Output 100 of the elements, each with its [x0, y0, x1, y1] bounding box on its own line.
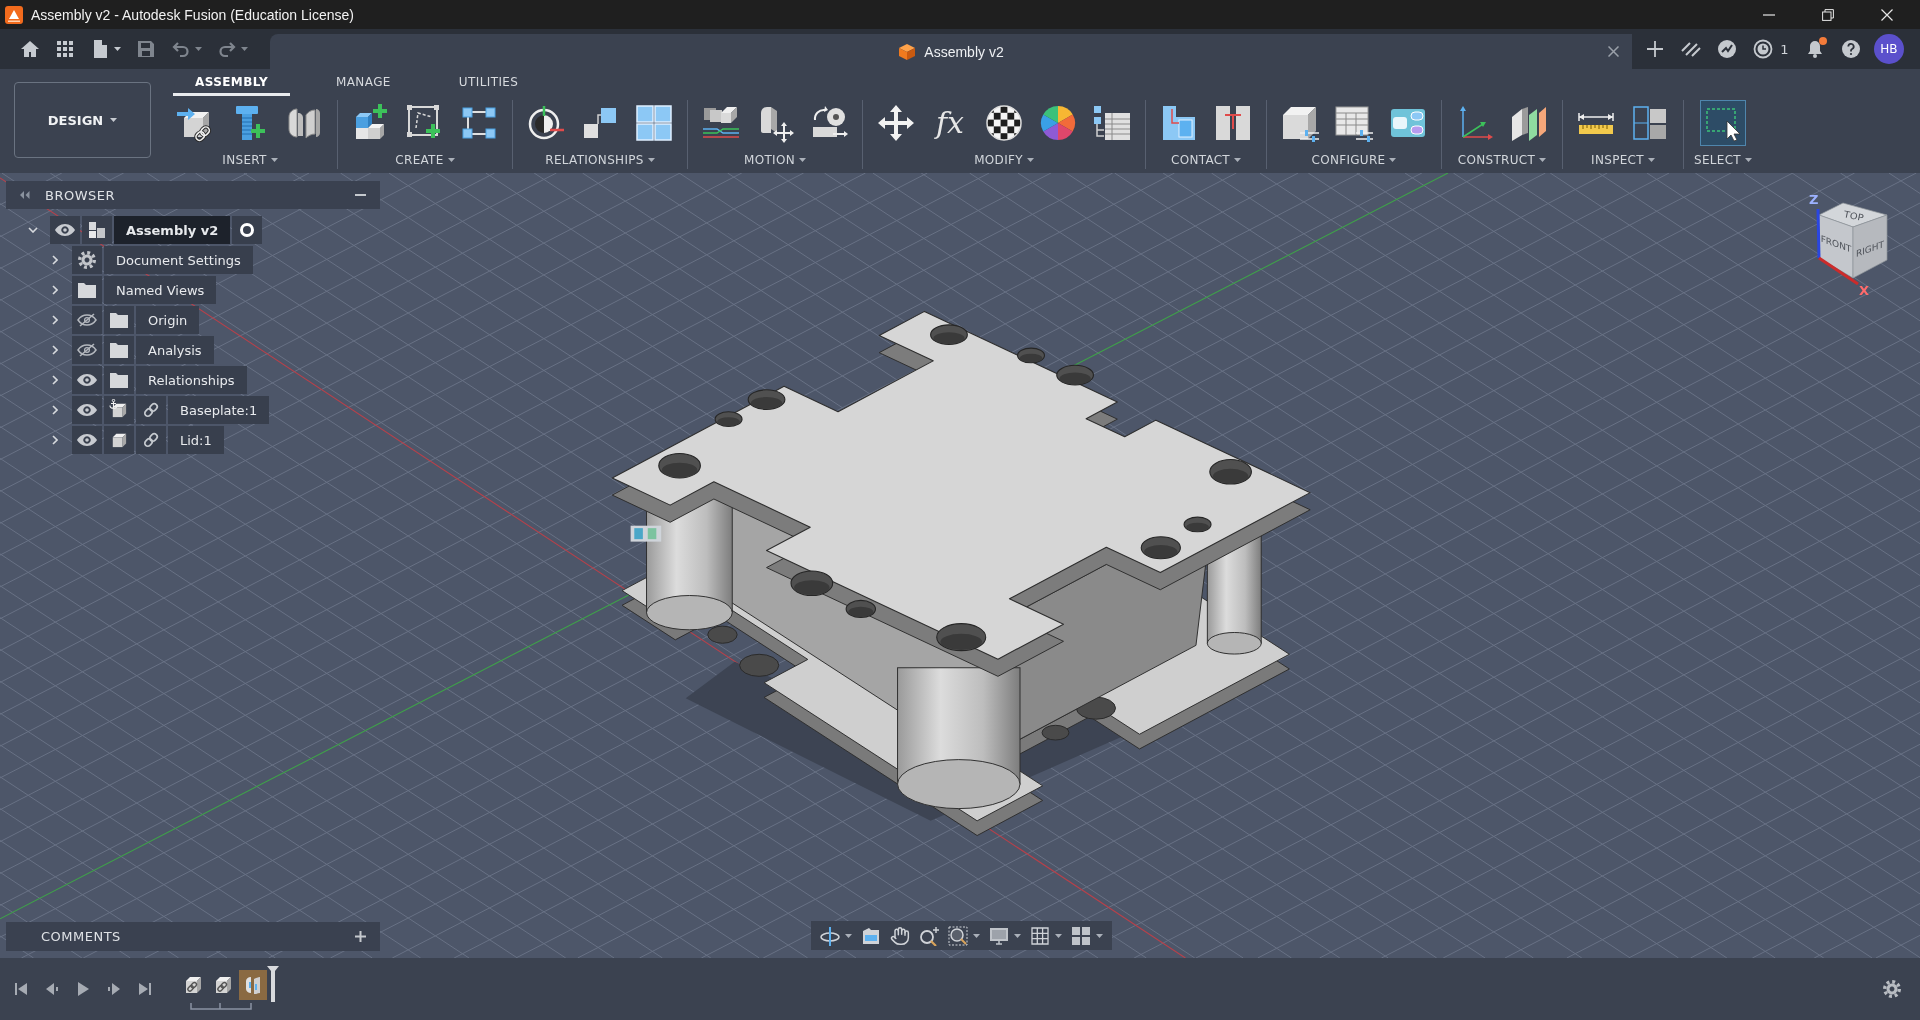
- slashes-icon: [1681, 41, 1702, 57]
- redo-icon: [217, 39, 237, 59]
- view-cube[interactable]: [1816, 202, 1888, 286]
- panel-title: BROWSER: [45, 187, 116, 203]
- chevron-right-icon[interactable]: [52, 285, 58, 295]
- joint-marker-icon[interactable]: [630, 525, 662, 542]
- step-forward-icon: [105, 981, 122, 997]
- tree-table-icon: [1092, 103, 1132, 143]
- caret-icon: [1745, 157, 1752, 162]
- status-icon: [1717, 39, 1738, 59]
- group-menu-button[interactable]: MODIFY: [974, 152, 1034, 167]
- view-card-icon: [861, 925, 881, 946]
- linked-cube-icon: [184, 976, 202, 994]
- gear-icon: [1882, 979, 1902, 999]
- chevron-right-icon[interactable]: [52, 405, 58, 415]
- caret-icon: [1014, 933, 1021, 938]
- tree-item[interactable]: Assembly v2: [114, 216, 231, 244]
- group-menu-button[interactable]: SELECT: [1694, 152, 1752, 167]
- visibility-toggle[interactable]: [72, 396, 102, 424]
- puzzle-icon: [634, 103, 674, 143]
- axis-label: X: [1859, 283, 1870, 298]
- tree-item[interactable]: Origin: [136, 306, 200, 334]
- toolbar-tab[interactable]: UTILITIES: [436, 69, 541, 96]
- group-menu-button[interactable]: CONTACT: [1171, 152, 1241, 167]
- group-menu-button[interactable]: MOTION: [744, 152, 806, 167]
- visibility-toggle[interactable]: [72, 426, 102, 454]
- user-avatar[interactable]: HB: [1873, 34, 1904, 64]
- hand-icon: [890, 925, 910, 946]
- caret-icon: [447, 157, 455, 162]
- caret-icon: [845, 933, 852, 938]
- group-menu-button[interactable]: CONSTRUCT: [1457, 152, 1547, 167]
- minimize-icon: [1762, 13, 1775, 16]
- linked-cube-icon: [214, 976, 232, 994]
- cube-icon: [898, 42, 917, 61]
- orbit-icon: [820, 925, 840, 946]
- chevron-right-icon[interactable]: [52, 435, 58, 445]
- caret-icon: [1026, 157, 1034, 162]
- skip-end-icon: [136, 981, 153, 997]
- chevron-down-icon[interactable]: [28, 227, 38, 233]
- chevron-right-icon[interactable]: [52, 345, 58, 355]
- close-icon: [1880, 8, 1893, 21]
- timeline-item[interactable]: [239, 970, 267, 1000]
- document-tab[interactable]: Assembly v2: [270, 34, 1632, 69]
- axis-label: Z: [1809, 192, 1819, 207]
- caret-icon: [195, 47, 202, 51]
- plus-icon: [354, 931, 366, 942]
- tree-item[interactable]: Named Views: [104, 276, 217, 304]
- tool-button[interactable]: [1700, 100, 1746, 146]
- group-menu-button[interactable]: RELATIONSHIPS: [545, 152, 655, 167]
- cube-icon: [111, 432, 127, 448]
- visibility-toggle[interactable]: [72, 366, 102, 394]
- group-menu-button[interactable]: CREATE: [395, 152, 455, 167]
- skip-start-icon: [12, 981, 29, 997]
- clock-icon: [1753, 39, 1774, 59]
- cube-face-label: RIGHT: [1855, 238, 1885, 259]
- plus-icon: [1646, 40, 1664, 58]
- apps-grid-icon: [55, 39, 75, 59]
- caret-icon: [1389, 157, 1397, 162]
- toolbar-tab[interactable]: ASSEMBLY: [173, 69, 290, 96]
- group-menu-button[interactable]: CONFIGURE: [1311, 152, 1397, 167]
- group-menu-button[interactable]: INSERT: [222, 152, 278, 167]
- tree-item[interactable]: Baseplate:1: [168, 396, 270, 424]
- tree-item[interactable]: Analysis: [136, 336, 214, 364]
- folder-icon: [110, 342, 128, 358]
- bracket-icon: [189, 1003, 253, 1010]
- tree-item[interactable]: Relationships: [136, 366, 247, 394]
- tree-item[interactable]: Document Settings: [104, 246, 253, 274]
- gear-icon: [77, 250, 97, 270]
- chevron-right-icon[interactable]: [52, 255, 58, 265]
- blocks-icon: [88, 221, 106, 239]
- chevron-right-icon[interactable]: [52, 315, 58, 325]
- app-logo-icon: [5, 5, 23, 24]
- caret-icon: [973, 933, 980, 938]
- folder-icon: [110, 372, 128, 388]
- add-comment-button[interactable]: [352, 928, 368, 945]
- caret-icon: [114, 47, 121, 51]
- tree-item[interactable]: Lid:1: [168, 426, 224, 454]
- caret-icon: [1055, 933, 1062, 938]
- radio-icon[interactable]: [239, 222, 256, 238]
- chevron-right-icon[interactable]: [52, 375, 58, 385]
- visibility-toggle[interactable]: [72, 306, 102, 334]
- home-icon: [20, 39, 40, 59]
- formula-button[interactable]: fx: [927, 100, 973, 146]
- parts-icon: [244, 976, 262, 994]
- panel-title: COMMENTS: [41, 929, 121, 944]
- visibility-toggle[interactable]: [50, 216, 80, 244]
- caret-icon: [110, 118, 118, 122]
- color-wheel-icon: [1038, 103, 1078, 143]
- settings-button[interactable]: [1880, 977, 1904, 1001]
- group-menu-button[interactable]: INSPECT: [1591, 152, 1655, 167]
- restore-icon: [1821, 8, 1834, 21]
- toolbar-tab[interactable]: MANAGE: [314, 69, 413, 96]
- checker-sphere-icon: [984, 103, 1024, 143]
- folder-icon: [110, 312, 128, 328]
- window-title: Assembly v2 - Autodesk Fusion (Education License): [31, 6, 354, 23]
- cube-icon: [111, 402, 127, 418]
- workspace-menu-button[interactable]: DESIGN: [14, 82, 151, 158]
- timeline-marker-icon[interactable]: [267, 966, 279, 1002]
- job-status-button[interactable]: 1: [1750, 34, 1792, 64]
- visibility-toggle[interactable]: [72, 336, 102, 364]
